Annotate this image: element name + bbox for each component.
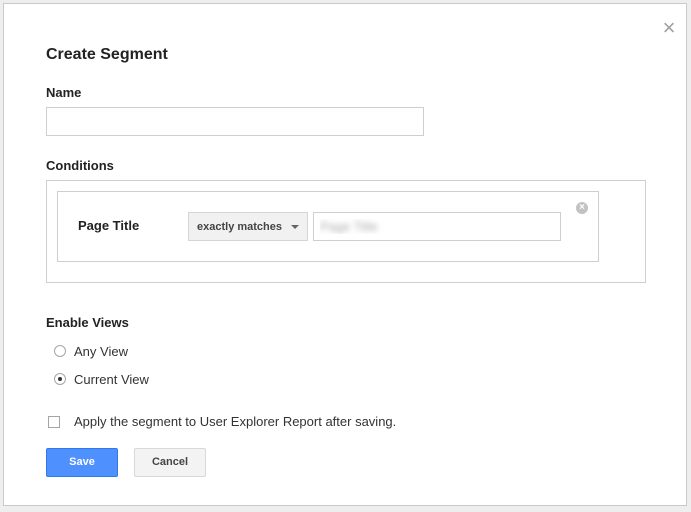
condition-value-input[interactable] bbox=[313, 212, 561, 241]
checkbox-label: Apply the segment to User Explorer Repor… bbox=[74, 414, 397, 429]
create-segment-dialog: × Create Segment Name Conditions Page Ti… bbox=[3, 3, 687, 506]
dialog-title: Create Segment bbox=[46, 46, 168, 63]
enable-views-label: Enable Views bbox=[46, 315, 129, 330]
cancel-button[interactable]: Cancel bbox=[134, 448, 206, 477]
radio-label: Current View bbox=[74, 372, 149, 387]
condition-row: Page Title exactly matches × bbox=[57, 191, 599, 262]
radio-button[interactable] bbox=[54, 345, 66, 357]
operator-dropdown[interactable]: exactly matches bbox=[188, 212, 308, 241]
save-button[interactable]: Save bbox=[46, 448, 118, 477]
remove-condition-icon[interactable]: × bbox=[576, 202, 588, 214]
close-icon[interactable]: × bbox=[659, 17, 679, 39]
name-label: Name bbox=[46, 85, 82, 100]
segment-name-input[interactable] bbox=[46, 107, 424, 136]
condition-dimension-label: Page Title bbox=[78, 218, 140, 233]
radio-label: Any View bbox=[74, 344, 128, 359]
conditions-label: Conditions bbox=[46, 158, 114, 173]
apply-user-explorer-checkbox[interactable] bbox=[48, 416, 60, 428]
radio-button[interactable] bbox=[54, 373, 66, 385]
chevron-down-icon bbox=[291, 225, 299, 229]
conditions-panel: Page Title exactly matches × bbox=[46, 180, 646, 283]
operator-selected: exactly matches bbox=[197, 221, 282, 233]
